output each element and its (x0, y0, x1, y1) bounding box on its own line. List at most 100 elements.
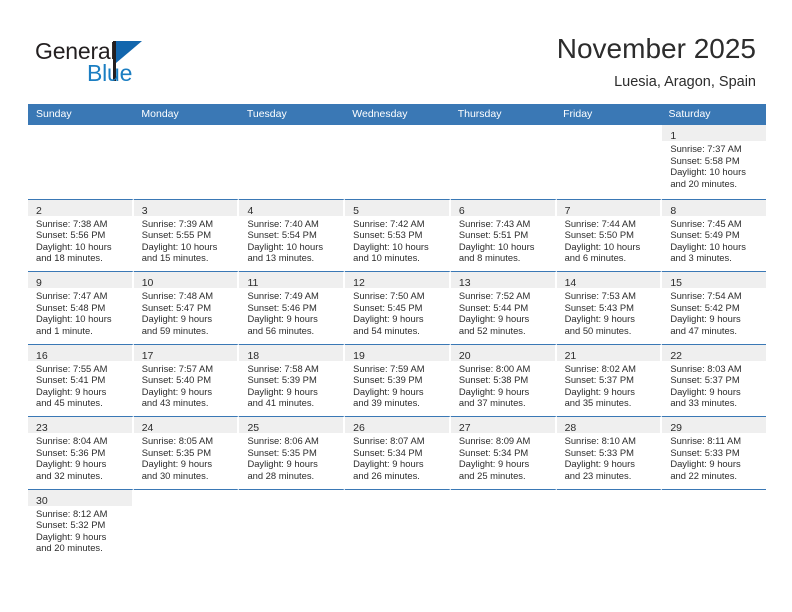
calendar-day-cell[interactable]: 8 Sunrise: 7:45 AM Sunset: 5:49 PM Daylight… (662, 198, 767, 271)
day-sun-info: Sunrise: 7:48 AM Sunset: 5:47 PM Daylight:… (134, 288, 238, 336)
sunset-text: Sunset: 5:55 PM (141, 229, 212, 241)
daylight-text-line1: Daylight: 9 hours (564, 385, 635, 397)
calendar-day-cell[interactable]: 18 Sunrise: 7:58 AM Sunset: 5:39 PM Dayligh… (239, 343, 346, 415)
calendar-day-cell[interactable]: 12 Sunrise: 7:50 AM Sunset: 5:45 PM Dayligh… (345, 271, 451, 343)
calendar-day-cell[interactable]: 7 Sunrise: 7:44 AM Sunset: 5:50 PM Daylight… (556, 198, 663, 270)
calendar-day-cell[interactable]: 26 Sunrise: 8:07 AM Sunset: 5:34 PM Dayligh… (345, 416, 451, 488)
calendar-day-cell[interactable]: 21 Sunrise: 8:02 AM Sunset: 5:37 PM Dayligh… (556, 343, 663, 415)
day-number-band: 4 (239, 199, 344, 217)
day-number-band: 13 (450, 272, 555, 289)
sunrise-text: Sunrise: 8:06 AM (247, 435, 319, 446)
day-sun-info: Sunrise: 7:58 AM Sunset: 5:39 PM Daylight:… (239, 361, 343, 409)
day-number: 8 (670, 204, 677, 217)
calendar-day-cell[interactable]: 17 Sunrise: 7:57 AM Sunset: 5:40 PM Dayligh… (133, 343, 240, 415)
day-sun-info: Sunrise: 7:44 AM Sunset: 5:50 PM Daylight:… (557, 216, 661, 264)
daylight-text-line2: and 25 minutes. (458, 469, 526, 481)
day-number-band: 8 (662, 199, 767, 217)
calendar-day-cell[interactable]: 24 Sunrise: 8:05 AM Sunset: 5:35 PM Dayligh… (133, 416, 240, 488)
day-number-band: 29 (662, 417, 767, 434)
day-sun-info: Sunrise: 8:03 AM Sunset: 5:37 PM Daylight:… (662, 361, 766, 409)
generalblue-logo[interactable]: General Blue (35, 38, 215, 90)
sunset-text: Sunset: 5:34 PM (353, 446, 423, 458)
daylight-text-line2: and 59 minutes. (141, 324, 209, 336)
calendar-day-cell[interactable]: 9 Sunrise: 7:47 AM Sunset: 5:48 PM Daylight… (28, 271, 134, 343)
day-number-band: 18 (239, 344, 344, 362)
sunrise-text: Sunrise: 7:39 AM (141, 217, 214, 229)
calendar-day-cell-empty (345, 488, 451, 560)
day-sun-info: Sunrise: 7:54 AM Sunset: 5:42 PM Daylight:… (662, 288, 766, 336)
day-number: 21 (564, 349, 577, 362)
calendar-week-row: 30 Sunrise: 8:12 AM Sunset: 5:32 PM Dayligh… (28, 487, 767, 560)
daylight-text-line2: and 26 minutes. (353, 469, 420, 481)
daylight-text-line1: Daylight: 9 hours (36, 458, 107, 470)
weekday-header-tuesday: Tuesday (246, 108, 287, 120)
calendar-day-cell[interactable]: 1 Sunrise: 7:37 AM Sunset: 5:58 PM Daylight… (662, 125, 767, 198)
day-number-band: 19 (345, 344, 449, 362)
calendar-day-cell[interactable]: 16 Sunrise: 7:55 AM Sunset: 5:41 PM Dayligh… (28, 343, 134, 415)
calendar-week-row: 23 Sunrise: 8:04 AM Sunset: 5:36 PM Dayligh… (28, 415, 767, 488)
calendar-day-cell[interactable]: 4 Sunrise: 7:40 AM Sunset: 5:54 PM Daylight… (239, 198, 346, 270)
calendar-day-cell[interactable]: 3 Sunrise: 7:39 AM Sunset: 5:55 PM Daylight… (133, 198, 240, 270)
daylight-text-line1: Daylight: 10 hours (36, 313, 112, 325)
daylight-text-line1: Daylight: 10 hours (247, 240, 324, 252)
sunrise-text: Sunrise: 8:04 AM (36, 435, 108, 446)
calendar-day-cell[interactable]: 25 Sunrise: 8:06 AM Sunset: 5:35 PM Dayligh… (239, 416, 346, 488)
calendar-day-cell[interactable]: 29 Sunrise: 8:11 AM Sunset: 5:33 PM Dayligh… (662, 416, 767, 488)
calendar-day-cell[interactable]: 14 Sunrise: 7:53 AM Sunset: 5:43 PM Dayligh… (556, 271, 663, 343)
sunrise-text: Sunrise: 8:11 AM (670, 435, 742, 446)
calendar-day-cell[interactable]: 27 Sunrise: 8:09 AM Sunset: 5:34 PM Dayligh… (450, 416, 557, 488)
calendar-day-cell[interactable]: 23 Sunrise: 8:04 AM Sunset: 5:36 PM Dayligh… (28, 416, 134, 488)
daylight-text-line2: and 30 minutes. (141, 469, 209, 481)
calendar-week-row: 2 Sunrise: 7:38 AM Sunset: 5:56 PM Daylight… (28, 197, 767, 271)
day-number: 20 (458, 349, 471, 362)
weekday-header-saturday: Saturday (668, 108, 711, 120)
sunset-text: Sunset: 5:32 PM (36, 519, 106, 531)
calendar-day-cell[interactable]: 22 Sunrise: 8:03 AM Sunset: 5:37 PM Dayligh… (662, 343, 767, 416)
day-number-band: 9 (28, 272, 132, 289)
calendar-day-cell-empty (239, 488, 346, 560)
sunset-text: Sunset: 5:51 PM (458, 229, 529, 241)
daylight-text-line1: Daylight: 10 hours (36, 240, 112, 252)
calendar-weeks: 1 Sunrise: 7:37 AM Sunset: 5:58 PM Daylight… (28, 125, 767, 560)
calendar-day-cell[interactable]: 15 Sunrise: 7:54 AM Sunset: 5:42 PM Dayligh… (662, 271, 767, 343)
sunrise-text: Sunrise: 7:57 AM (141, 362, 214, 374)
sunset-text: Sunset: 5:50 PM (564, 229, 634, 241)
calendar-day-cell[interactable]: 13 Sunrise: 7:52 AM Sunset: 5:44 PM Dayligh… (450, 271, 557, 343)
calendar-day-cell[interactable]: 19 Sunrise: 7:59 AM Sunset: 5:39 PM Dayligh… (345, 343, 451, 415)
day-number: 9 (36, 277, 42, 289)
weekday-header-sunday: Sunday (36, 108, 72, 120)
day-sun-info: Sunrise: 7:45 AM Sunset: 5:49 PM Daylight:… (662, 216, 766, 264)
day-number: 19 (353, 349, 365, 362)
day-number-band: 23 (28, 417, 132, 434)
calendar-day-cell[interactable]: 5 Sunrise: 7:42 AM Sunset: 5:53 PM Daylight… (345, 198, 451, 270)
day-sun-info: Sunrise: 7:53 AM Sunset: 5:43 PM Daylight:… (557, 288, 661, 336)
sunrise-text: Sunrise: 8:03 AM (670, 362, 742, 374)
calendar-day-cell[interactable]: 30 Sunrise: 8:12 AM Sunset: 5:32 PM Dayligh… (28, 488, 134, 560)
daylight-text-line2: and 33 minutes. (670, 397, 738, 409)
calendar-day-cell[interactable]: 20 Sunrise: 8:00 AM Sunset: 5:38 PM Dayligh… (450, 343, 557, 415)
day-number: 12 (353, 277, 365, 289)
sunset-text: Sunset: 5:56 PM (36, 229, 106, 241)
sunrise-text: Sunrise: 8:09 AM (458, 435, 531, 446)
calendar-day-cell[interactable]: 2 Sunrise: 7:38 AM Sunset: 5:56 PM Daylight… (28, 198, 134, 270)
calendar-day-cell[interactable]: 10 Sunrise: 7:48 AM Sunset: 5:47 PM Dayligh… (133, 271, 240, 343)
calendar-day-cell[interactable]: 11 Sunrise: 7:49 AM Sunset: 5:46 PM Dayligh… (239, 271, 346, 343)
day-sun-info: Sunrise: 7:43 AM Sunset: 5:51 PM Daylight:… (451, 216, 555, 264)
daylight-text-line2: and 23 minutes. (564, 469, 632, 481)
sunrise-text: Sunrise: 7:44 AM (564, 217, 636, 229)
calendar-day-cell[interactable]: 28 Sunrise: 8:10 AM Sunset: 5:33 PM Dayligh… (556, 416, 663, 488)
calendar-day-cell[interactable]: 6 Sunrise: 7:43 AM Sunset: 5:51 PM Daylight… (450, 198, 557, 270)
day-number-band: 22 (662, 344, 767, 362)
sunrise-text: Sunrise: 7:49 AM (247, 290, 319, 301)
day-sun-info: Sunrise: 8:04 AM Sunset: 5:36 PM Daylight:… (28, 433, 132, 481)
sunrise-text: Sunrise: 7:54 AM (670, 290, 742, 301)
day-number: 24 (141, 422, 154, 434)
sunset-text: Sunset: 5:44 PM (458, 301, 529, 313)
day-number-band: 26 (345, 417, 449, 434)
calendar-day-cell-empty (133, 488, 240, 560)
daylight-text-line1: Daylight: 9 hours (141, 313, 213, 325)
sunrise-text: Sunrise: 7:38 AM (36, 217, 108, 229)
sunset-text: Sunset: 5:48 PM (36, 301, 106, 313)
day-number: 15 (670, 277, 682, 289)
daylight-text-line1: Daylight: 10 hours (141, 240, 218, 252)
